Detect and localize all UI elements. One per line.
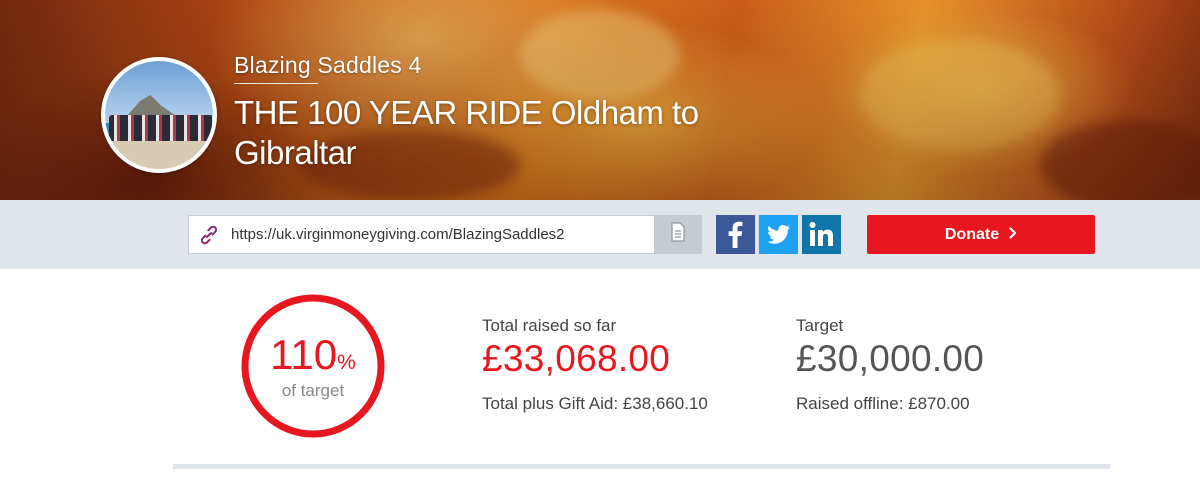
donate-label: Donate (944, 225, 1000, 243)
target-label: Target (796, 316, 844, 335)
target-amount: £30,000.00 (796, 338, 985, 379)
gift-aid-total: Total plus Gift Aid: £38,660.10 (482, 394, 708, 413)
linkedin-share-button[interactable] (802, 215, 841, 254)
raised-offline: Raised offline: £870.00 (796, 394, 970, 413)
linkedin-icon (802, 215, 841, 254)
page-url-text[interactable]: https://uk.virginmoneygiving.com/Blazing… (231, 226, 565, 243)
link-icon (197, 223, 221, 247)
facebook-icon (716, 215, 755, 254)
percent-of-target: 110% (265, 332, 361, 386)
team-avatar (101, 57, 217, 173)
section-divider (173, 464, 1110, 469)
percent-value: 110 (270, 331, 338, 378)
copy-url-button[interactable] (654, 215, 702, 254)
facebook-share-button[interactable] (716, 215, 755, 254)
copy-icon (670, 222, 686, 247)
total-raised-label: Total raised so far (482, 316, 617, 335)
percent-label: of target (281, 381, 345, 400)
twitter-share-button[interactable] (759, 215, 798, 254)
donate-button[interactable]: Donate (867, 215, 1095, 254)
team-name-underline (234, 83, 318, 84)
page-url-field[interactable]: https://uk.virginmoneygiving.com/Blazing… (188, 215, 702, 254)
chevron-right-icon (1009, 226, 1017, 243)
page-title: THE 100 YEAR RIDE Oldham to Gibraltar (234, 94, 699, 171)
percent-sign: % (337, 351, 356, 374)
total-raised-amount: £33,068.00 (482, 338, 671, 379)
team-name[interactable]: Blazing Saddles 4 (234, 52, 422, 79)
twitter-icon (759, 215, 798, 254)
